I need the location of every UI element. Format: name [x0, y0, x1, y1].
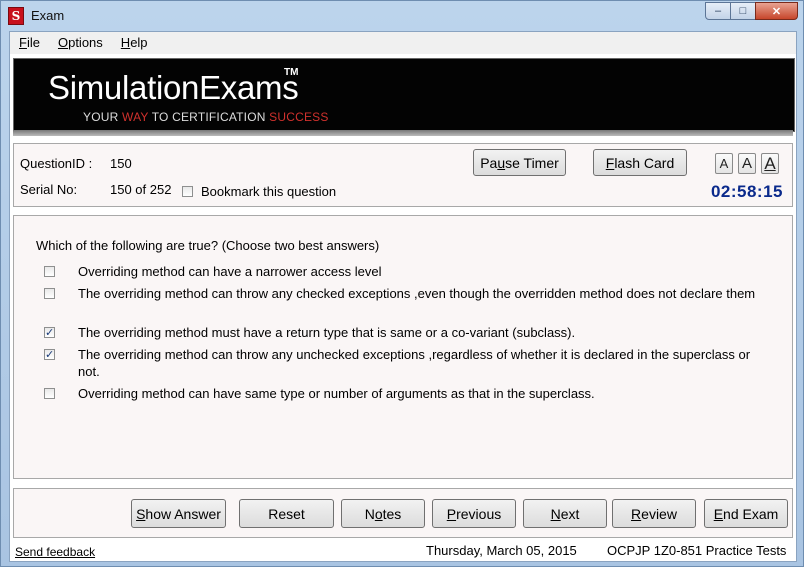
brand-logo: SimulationExams [48, 69, 299, 106]
option-checkbox-2[interactable] [44, 288, 55, 299]
review-button[interactable]: Review [612, 499, 696, 528]
serial-no-label: Serial No: [20, 182, 78, 197]
send-feedback-link[interactable]: Send feedback [15, 545, 95, 559]
option-checkbox-1[interactable] [44, 266, 55, 277]
title-bar[interactable]: S Exam – □ ✕ [1, 1, 803, 30]
banner-divider [13, 130, 793, 136]
navigation-button-panel: Show Answer Reset No tes Previous Next Re… [13, 488, 793, 538]
end-exam-button[interactable]: End Exam [704, 499, 788, 528]
option-checkbox-3[interactable]: ✓ [44, 327, 55, 339]
current-date: Thursday, March 05, 2015 [426, 543, 577, 558]
show-answer-button[interactable]: Show Answer [131, 499, 226, 528]
question-info-panel: QuestionID : 150 Serial No: 150 of 252 B… [13, 143, 793, 207]
font-size-small-button[interactable]: A [715, 153, 733, 174]
reset-button[interactable]: Reset [239, 499, 334, 528]
menu-options[interactable]: Options [49, 32, 112, 54]
font-size-large-button[interactable]: A [761, 153, 779, 174]
notes-button[interactable]: No tes [341, 499, 425, 528]
question-id-label: QuestionID : [20, 156, 93, 171]
option-checkbox-4[interactable]: ✓ [44, 349, 55, 361]
minimize-button[interactable]: – [705, 2, 731, 20]
question-id-value: 150 [110, 156, 132, 171]
brand-banner: SimulationExams TM YOUR WAY TO CERTIFICA… [13, 58, 795, 132]
window-controls: – □ ✕ [705, 2, 798, 20]
flash-card-button[interactable]: Flash Card [593, 149, 687, 176]
question-text: Which of the following are true? (Choose… [36, 238, 380, 253]
product-name: OCPJP 1Z0-851 Practice Tests [607, 543, 787, 558]
client-area: File Options Help SimulationExams TM YOU… [9, 31, 797, 562]
option-text-1[interactable]: Overriding method can have a narrower ac… [78, 263, 768, 280]
menu-bar: File Options Help [10, 32, 796, 54]
menu-file[interactable]: File [10, 32, 49, 54]
previous-button[interactable]: Previous [432, 499, 516, 528]
bookmark-checkbox[interactable] [182, 186, 193, 197]
option-text-3[interactable]: The overriding method must have a return… [78, 324, 768, 341]
option-text-5[interactable]: Overriding method can have same type or … [78, 385, 768, 402]
font-size-medium-button[interactable]: A [738, 153, 756, 174]
status-footer: Send feedback Thursday, March 05, 2015 O… [10, 540, 796, 561]
brand-tagline: YOUR WAY TO CERTIFICATION SUCCESS [83, 110, 329, 124]
exam-window: S Exam – □ ✕ File Options Help Simulatio… [0, 0, 804, 567]
option-checkbox-5[interactable] [44, 388, 55, 399]
app-logo-icon: S [8, 7, 24, 25]
menu-help[interactable]: Help [112, 32, 157, 54]
question-panel: Which of the following are true? (Choose… [13, 215, 793, 479]
bookmark-label[interactable]: Bookmark this question [201, 184, 336, 199]
exam-timer: 02:58:15 [710, 182, 783, 201]
option-text-2[interactable]: The overriding method can throw any chec… [78, 285, 768, 302]
option-text-4[interactable]: The overriding method can throw any unch… [78, 346, 768, 380]
maximize-button[interactable]: □ [730, 2, 756, 20]
next-button[interactable]: Next [523, 499, 607, 528]
serial-no-value: 150 of 252 [110, 182, 172, 197]
pause-timer-button[interactable]: Pa u se Timer [473, 149, 566, 176]
window-title: Exam [31, 8, 65, 23]
close-button[interactable]: ✕ [755, 2, 798, 20]
trademark-mark: TM [284, 67, 299, 78]
